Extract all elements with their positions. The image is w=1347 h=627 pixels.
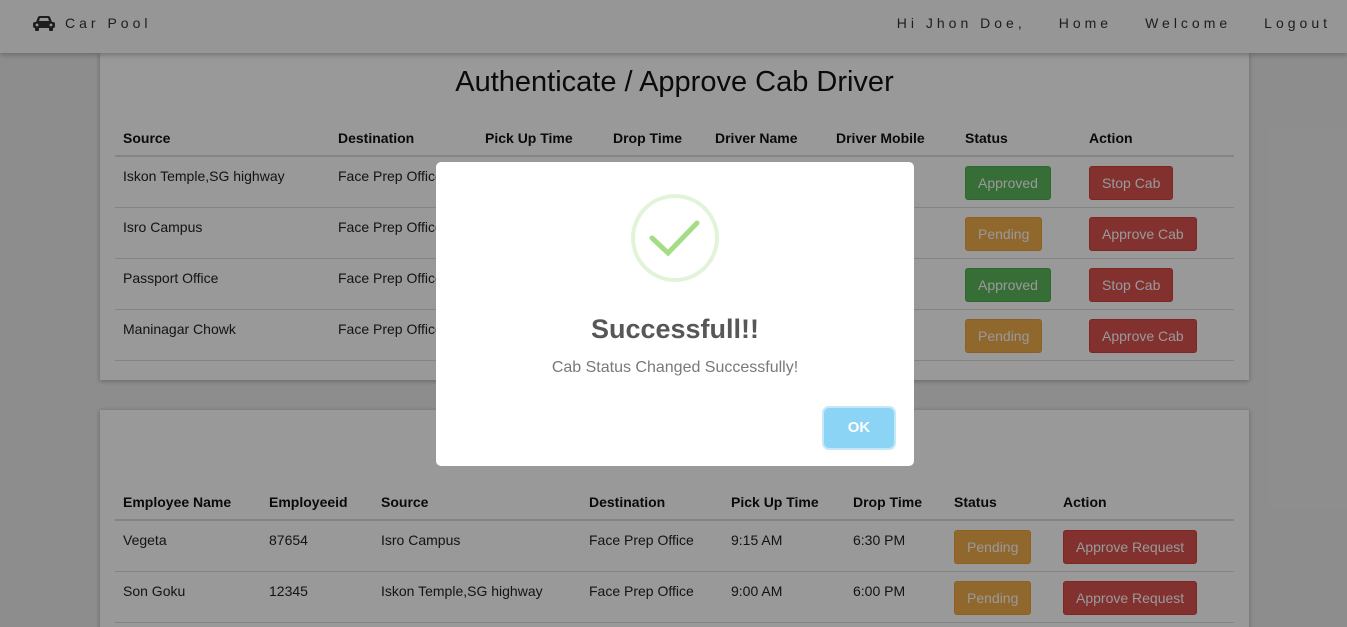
dialog-title: Successfull!! xyxy=(590,314,760,344)
success-check-icon xyxy=(631,194,719,282)
success-dialog: Successfull!! Cab Status Changed Success… xyxy=(436,162,914,466)
ok-button[interactable]: OK xyxy=(824,408,894,448)
dialog-message: Cab Status Changed Successfully! xyxy=(551,359,799,376)
